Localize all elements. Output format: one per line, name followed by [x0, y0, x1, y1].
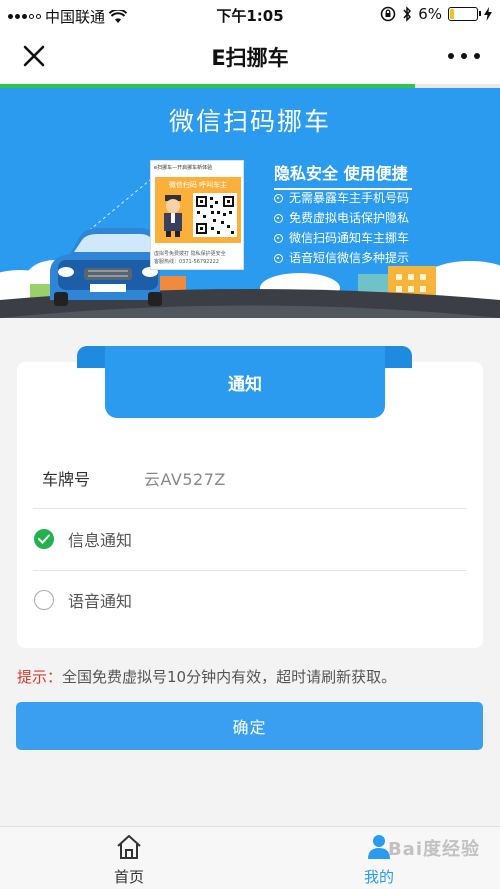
- tip-text: 提示：全国免费虚拟号10分钟内有效，超时请刷新获取。: [17, 666, 396, 687]
- charging-bolt-icon: [484, 7, 492, 21]
- tab-mine-label: 我的: [363, 868, 394, 886]
- sticker-footer: 虚拟号免费拨打 隐私保护更安全 客服热线：0371-56792222: [154, 250, 240, 266]
- mascot-icon: [164, 195, 182, 237]
- page-title: E扫挪车: [211, 46, 289, 70]
- tip-message: 全国免费虚拟号10分钟内有效，超时请刷新获取。: [62, 668, 397, 686]
- more-options-button[interactable]: [448, 42, 480, 70]
- sticker-footer-line: 客服热线：0371-56792222: [154, 259, 219, 265]
- more-dot-icon: [448, 53, 454, 59]
- card-ribbon-title: 通知: [105, 346, 385, 418]
- check-icon: [38, 534, 50, 544]
- battery-percent: 6%: [418, 5, 442, 23]
- orientation-lock-icon: [380, 6, 396, 22]
- feature-text: 语音短信微信多种提示: [289, 251, 410, 265]
- divider: [33, 570, 467, 571]
- plate-label: 车牌号: [42, 470, 91, 489]
- bullet-icon: [274, 233, 283, 243]
- qr-sticker-image: e扫挪车—开启挪车新体验 微信扫码 呼叫车主 虚拟号免费拨打 隐私保护更安全 客…: [150, 160, 244, 270]
- home-icon: [117, 835, 141, 859]
- bullet-icon: [274, 253, 283, 263]
- status-bar: 中国联通 下午1:05 6%: [0, 0, 500, 30]
- bullet-icon: [274, 193, 283, 203]
- option-message-notify[interactable]: 信息通知: [34, 524, 454, 554]
- radio-checked-icon[interactable]: [34, 529, 54, 549]
- tab-home-label: 首页: [113, 868, 144, 886]
- bullet-icon: [274, 213, 283, 223]
- watermark: Bai度经验: [387, 839, 480, 860]
- banner-headline: 隐私安全 使用便捷: [274, 160, 412, 190]
- tab-home[interactable]: 首页: [69, 827, 189, 889]
- sticker-footer-line: 虚拟号免费拨打 隐私保护更安全: [154, 251, 226, 257]
- status-right: 6%: [380, 5, 492, 23]
- sticker-header: e扫挪车—开启挪车新体验: [154, 165, 213, 171]
- divider: [33, 508, 467, 509]
- sticker-slogan: 微信扫码 呼叫车主: [168, 181, 228, 189]
- option-voice-notify[interactable]: 语音通知: [34, 585, 454, 615]
- feature-item: 免费虚拟电话保护隐私: [274, 208, 409, 228]
- plate-value: 云AV527Z: [144, 470, 226, 489]
- banner-feature-list: 无需暴露车主手机号码 免费虚拟电话保护隐私 微信扫码通知车主挪车 语音短信微信多…: [274, 188, 409, 268]
- qr-code-icon: [193, 193, 237, 237]
- feature-text: 无需暴露车主手机号码: [289, 191, 410, 205]
- more-dot-icon: [461, 53, 467, 59]
- feature-item: 语音短信微信多种提示: [274, 248, 409, 268]
- tip-label: 提示：: [17, 668, 63, 686]
- option-label: 信息通知: [68, 531, 133, 550]
- feature-text: 微信扫码通知车主挪车: [289, 231, 410, 245]
- sticker-body: 微信扫码 呼叫车主: [155, 177, 241, 243]
- radio-unchecked-icon[interactable]: [34, 590, 54, 610]
- confirm-button[interactable]: 确定: [16, 702, 483, 750]
- bluetooth-icon: [403, 6, 412, 22]
- license-plate-row: 车牌号 云AV527Z: [42, 466, 462, 490]
- navigation-bar: E扫挪车: [0, 30, 500, 84]
- option-label: 语音通知: [68, 592, 133, 611]
- feature-item: 微信扫码通知车主挪车: [274, 228, 409, 248]
- more-dot-icon: [474, 53, 480, 59]
- bottom-tab-bar: 首页 我的 Bai度经验: [0, 826, 500, 889]
- feature-item: 无需暴露车主手机号码: [274, 188, 409, 208]
- promo-banner: 微信扫码挪车 e扫挪车—开启挪车新体验 微信扫码 呼叫车主 虚拟号免费拨打 隐私…: [0, 88, 500, 318]
- banner-title: 微信扫码挪车: [168, 107, 331, 136]
- battery-icon: [448, 7, 481, 21]
- feature-text: 免费虚拟电话保护隐私: [289, 211, 410, 225]
